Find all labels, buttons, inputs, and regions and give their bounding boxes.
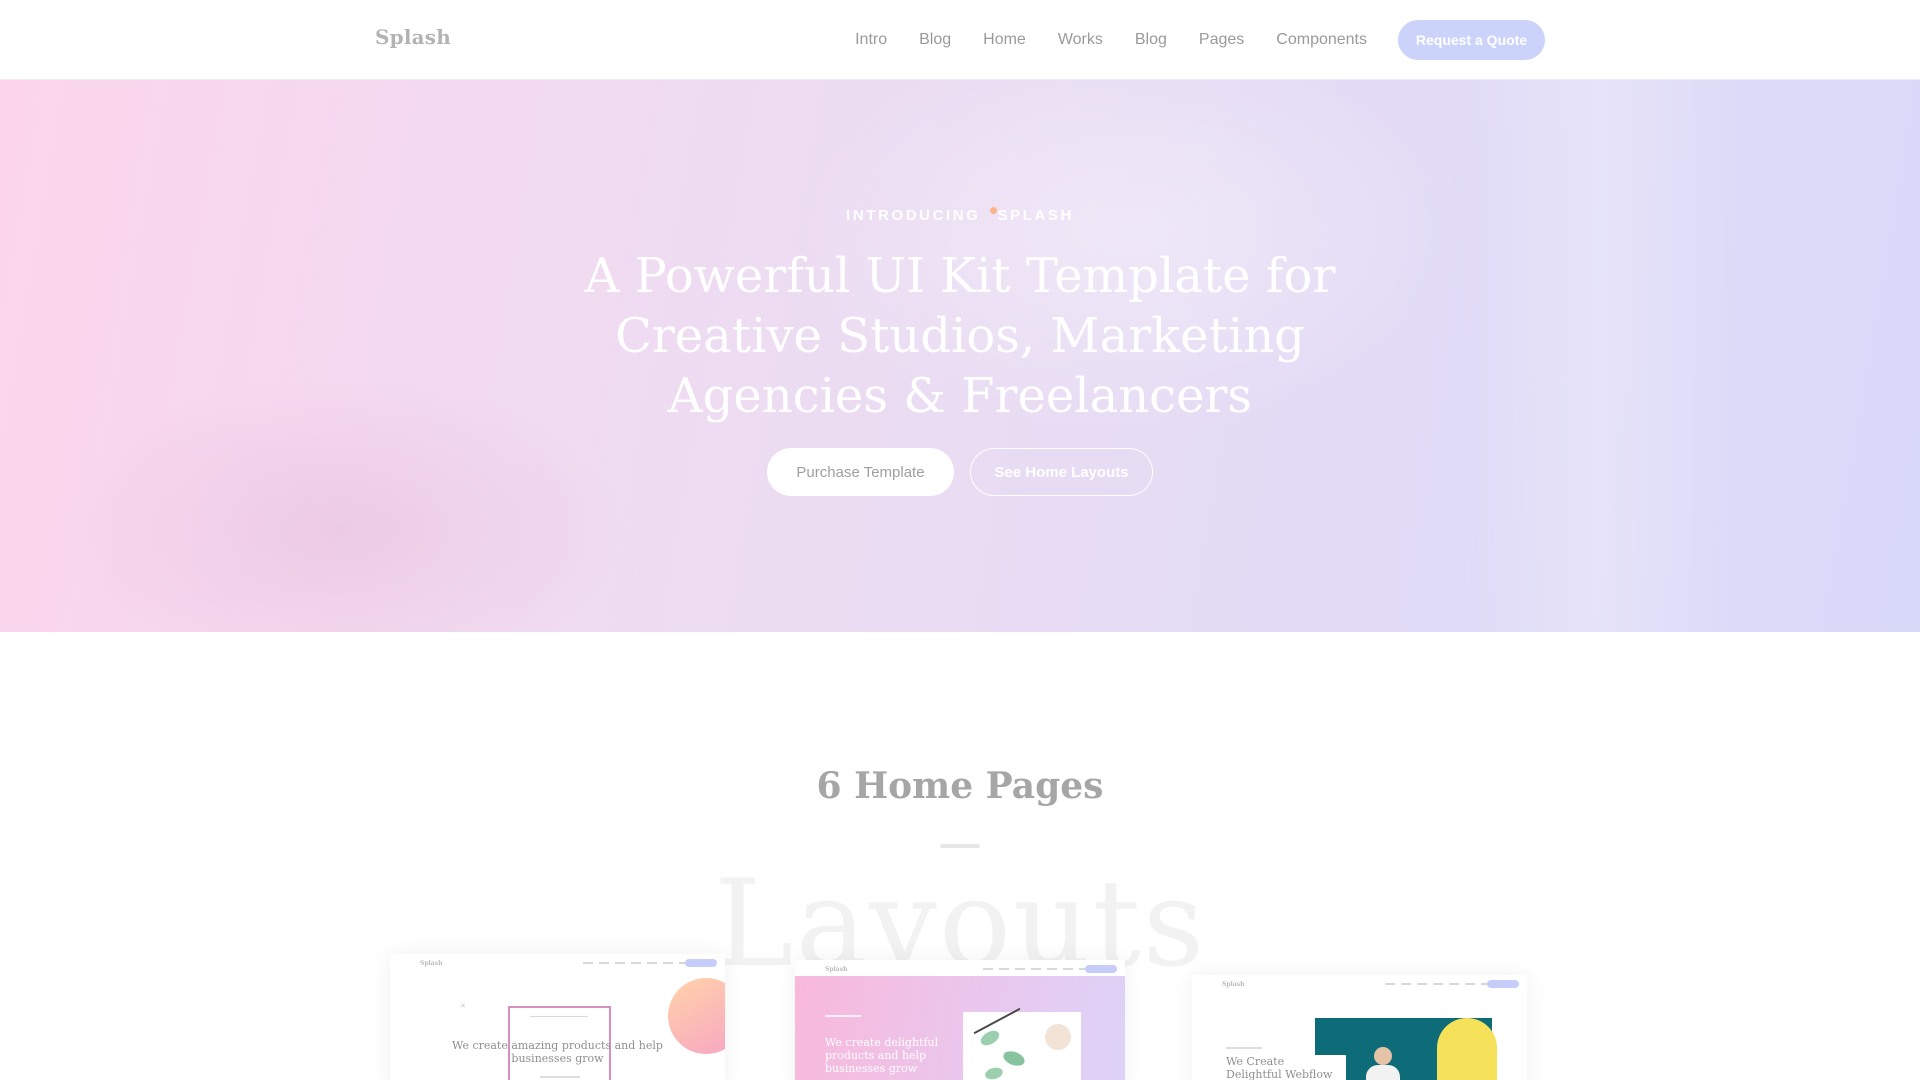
preview-eyebrow [530, 1016, 588, 1017]
section-title: 6 Home Pages [816, 765, 1104, 807]
preview-nav-links [1385, 983, 1489, 985]
preview-brand: Splash [825, 966, 848, 973]
hero-title: A Powerful UI Kit Template for Creative … [584, 248, 1336, 424]
navbar: Splash Intro Blog Home Works Blog Pages … [0, 0, 1920, 80]
eyebrow-splash: SPLASH [997, 207, 1074, 224]
preview-brand: Splash [420, 960, 443, 967]
nav-link-blog[interactable]: Blog [919, 31, 951, 49]
preview-chair-shape [1437, 1018, 1497, 1080]
brand-logo[interactable]: Splash [375, 25, 451, 49]
hero-section: INTRODUCING SPLASH A Powerful UI Kit Temp… [0, 80, 1920, 632]
preview-navbar: Splash [1192, 975, 1527, 989]
preview-title: We Create Delightful Webflow Templates [1226, 1055, 1346, 1080]
see-home-layouts-button[interactable]: See Home Layouts [970, 448, 1153, 496]
nav-link-home[interactable]: Home [983, 31, 1026, 49]
preview-subtitle [540, 1076, 580, 1078]
preview-brand: Splash [1222, 981, 1245, 988]
nav-link-blog-2[interactable]: Blog [1135, 31, 1167, 49]
preview-navbar: Splash [390, 954, 725, 968]
hero-background-shape [60, 380, 620, 632]
preview-nav-links [983, 968, 1087, 970]
preview-cta [685, 959, 717, 967]
nav-link-components[interactable]: Components [1276, 31, 1367, 49]
cup-icon [1045, 1024, 1071, 1050]
preview-nav-links [583, 962, 687, 964]
preview-title: We create amazing products and help busi… [452, 1039, 663, 1065]
preview-title: We create delightful products and help b… [825, 1036, 939, 1075]
preview-cta [1085, 965, 1117, 973]
preview-close-icon: ✕ [460, 1002, 466, 1010]
section-divider [940, 844, 980, 848]
nav-link-works[interactable]: Works [1058, 31, 1103, 49]
nav-links: Intro Blog Home Works Blog Pages Compone… [855, 0, 1367, 80]
preview-navbar: Splash [795, 960, 1125, 976]
home-preview-card-2[interactable]: Splash We create delightful products and… [795, 960, 1125, 1080]
nav-link-intro[interactable]: Intro [855, 31, 887, 49]
person-body-icon [1366, 1065, 1400, 1080]
preview-eyebrow [1226, 1047, 1262, 1049]
preview-cta [1487, 980, 1519, 988]
home-preview-card-1[interactable]: Splash ✕ We create amazing products and … [390, 954, 725, 1080]
hero-buttons: Purchase Template See Home Layouts [0, 448, 1920, 496]
hero-background-shape [1450, 80, 1750, 632]
eyebrow-introducing: INTRODUCING [846, 207, 981, 224]
request-quote-button[interactable]: Request a Quote [1398, 20, 1545, 60]
hero-eyebrow: INTRODUCING SPLASH [0, 207, 1920, 224]
person-head-icon [1374, 1047, 1392, 1065]
purchase-template-button[interactable]: Purchase Template [767, 448, 954, 496]
nav-link-pages[interactable]: Pages [1199, 31, 1244, 49]
preview-eyebrow [825, 1015, 861, 1017]
home-preview-card-3[interactable]: Splash We Create Delightful Webflow Temp… [1192, 975, 1527, 1080]
